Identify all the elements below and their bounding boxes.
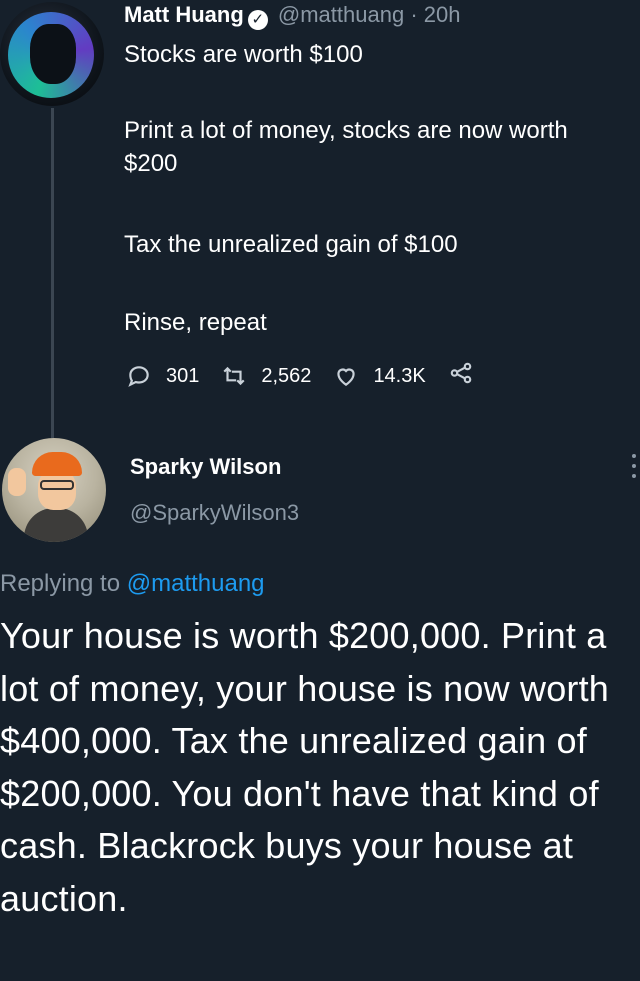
- replying-to-line: Replying to @matthuang: [0, 570, 265, 598]
- original-tweet: Matt Huang ✓ @matthuang · 20h Stocks are …: [0, 0, 640, 438]
- avatar-matt-huang[interactable]: [0, 2, 104, 106]
- reply-body: Your house is worth $200,000. Print a lo…: [0, 615, 610, 919]
- retweet-icon: [223, 366, 245, 386]
- reply-tweet: Sparky Wilson @SparkyWilson3 Replying to…: [0, 430, 640, 981]
- tweet-header: Matt Huang ✓ @matthuang · 20h: [124, 0, 460, 30]
- tweet-time[interactable]: 20h: [424, 2, 461, 27]
- tweet-line: Rinse, repeat: [124, 309, 267, 336]
- reply-count: 301: [166, 364, 200, 387]
- replying-to-link[interactable]: @matthuang: [127, 570, 265, 597]
- verified-badge-icon: ✓: [247, 10, 268, 30]
- replying-prefix: Replying to: [0, 570, 121, 597]
- reply-author-handle[interactable]: @SparkyWilson3: [130, 500, 299, 526]
- tweet-line: Tax the unrealized gain of $100: [124, 231, 458, 258]
- reply-author-name[interactable]: Sparky Wilson: [130, 454, 281, 480]
- retweet-count: 2,562: [261, 364, 312, 387]
- like-count: 14.3K: [373, 364, 426, 387]
- retweet-button[interactable]: 2,562: [221, 363, 311, 389]
- share-button[interactable]: [448, 360, 474, 392]
- author-name[interactable]: Matt Huang: [124, 2, 244, 27]
- tweet-line: Print a lot of money, stocks are now wor…: [124, 117, 568, 177]
- like-button[interactable]: 14.3K: [333, 363, 426, 389]
- thread-connector-line: [51, 108, 54, 438]
- like-icon: [337, 368, 356, 386]
- share-icon: [450, 362, 471, 384]
- tweet-line: Stocks are worth $100: [124, 41, 363, 68]
- separator-dot: ·: [410, 2, 418, 27]
- reply-icon: [128, 366, 149, 387]
- avatar-sparky-wilson[interactable]: [2, 438, 106, 542]
- tweet-actions: 301 2,562 14.3K: [126, 360, 474, 392]
- more-options-icon[interactable]: [632, 454, 636, 482]
- author-handle[interactable]: @matthuang: [278, 2, 404, 27]
- reply-button[interactable]: 301: [126, 363, 199, 389]
